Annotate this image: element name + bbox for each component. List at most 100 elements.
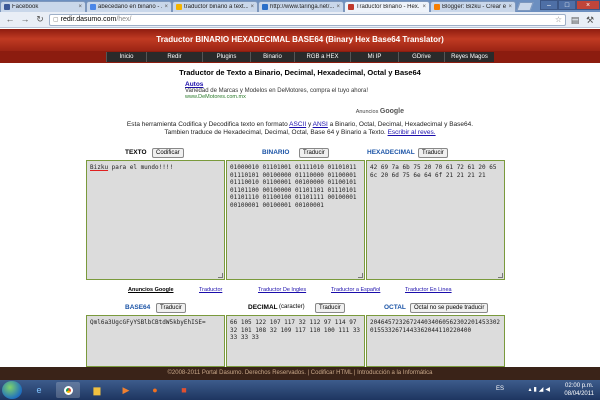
language-indicator[interactable]: ES xyxy=(496,386,504,392)
start-button[interactable] xyxy=(2,381,22,399)
reload-icon[interactable]: ↻ xyxy=(34,14,46,26)
page-favicon-icon xyxy=(176,4,182,10)
nav-plugins[interactable]: Plugins xyxy=(202,52,250,62)
forward-arrow-icon[interactable]: → xyxy=(19,14,31,26)
base64-textarea[interactable]: Qml6a3UgcGFyYSBlbCBtdW5kbyEhISE= xyxy=(86,315,225,367)
decimal-textarea[interactable]: 66 105 122 107 117 32 112 97 114 97 32 1… xyxy=(226,315,365,367)
hexadecimal-value: 42 69 7a 6b 75 20 70 61 72 61 20 65 6c 2… xyxy=(370,164,501,179)
octal-label: OCTAL xyxy=(384,304,406,311)
browser-tab-blogger[interactable]: Blogger: Bizku - Crear e... × xyxy=(430,1,516,12)
office-icon[interactable]: ■ xyxy=(172,382,196,398)
maximize-icon[interactable]: □ xyxy=(558,0,576,10)
browser-tab-taringa[interactable]: http://www.taringa.net/... × xyxy=(258,1,344,12)
link-traductor-a-espanol[interactable]: Traductor a Español xyxy=(331,287,380,293)
nav-redir[interactable]: Redir xyxy=(146,52,202,62)
nav-rgb-a-hex[interactable]: RGB a HEX xyxy=(294,52,350,62)
taskbar-clock[interactable]: 02:00 p.m. 08/04/2011 xyxy=(564,382,594,398)
ascii-link[interactable]: ASCII xyxy=(289,121,306,128)
clock-time: 02:00 p.m. xyxy=(565,383,594,389)
traducir-decimal-button[interactable]: Traducir xyxy=(315,303,345,313)
blogger-favicon-icon xyxy=(434,4,440,10)
close-tab-icon[interactable]: × xyxy=(508,4,512,10)
nav-reyes-magos[interactable]: Reyes Magos xyxy=(444,52,494,62)
browser-tab-traductor[interactable]: traductor binario a text... × xyxy=(172,1,258,12)
tool-description: Esta herramienta Codifica y Decodifica t… xyxy=(126,121,474,136)
octal-no-se-puede-button[interactable]: Octal no se puede traducir xyxy=(410,303,489,313)
decimal-label: DECIMAL xyxy=(248,304,278,311)
traducir-hex-button[interactable]: Traducir xyxy=(418,148,448,158)
system-tray-icons[interactable]: ▴▮◢◀ xyxy=(528,386,552,393)
firefox-icon[interactable]: ● xyxy=(143,382,167,398)
close-tab-icon[interactable]: × xyxy=(422,4,426,10)
close-tab-icon[interactable]: × xyxy=(164,4,168,10)
page-icon: ▢ xyxy=(53,17,59,23)
ad-title-link[interactable]: Autos xyxy=(185,81,407,88)
ads-by-label: Anuncios xyxy=(355,109,379,115)
chrome-icon[interactable] xyxy=(56,382,80,398)
file-explorer-icon[interactable]: ▆ xyxy=(85,382,109,398)
nav-binario[interactable]: Binario xyxy=(250,52,294,62)
address-bar[interactable]: ▢ redir.dasumo.com/hex/ ☆ xyxy=(49,13,566,26)
nav-gdrive[interactable]: GDrive xyxy=(398,52,444,62)
facebook-favicon-icon xyxy=(4,4,10,10)
octal-textarea[interactable]: 2046457232672440340605623022014533020155… xyxy=(366,315,505,367)
url-path: /hex/ xyxy=(116,16,132,23)
texto-textarea[interactable]: Bizku para el mundo!!!! xyxy=(86,160,225,280)
browser-tab-strip: Facebook × abecedario en binario - ... ×… xyxy=(0,0,600,12)
page-banner: Traductor BINARIO HEXADECIMAL BASE64 (Bi… xyxy=(0,29,600,51)
ad-url[interactable]: www.DeMotores.com.mx xyxy=(185,94,407,100)
link-traductor-de-ingles[interactable]: Traductor De Ingles xyxy=(258,287,306,293)
page-menu-icon[interactable]: ▤ xyxy=(569,14,581,26)
page-footer: ©2008-2011 Portal Dasumo. Derechos Reser… xyxy=(0,367,600,380)
links-row: Anuncios Google Traductor Traductor De I… xyxy=(0,287,600,297)
base64-value: Qml6a3UgcGFyYSBlbCBtdW5kbyEhISE= xyxy=(90,319,206,326)
browser-tab-abecedario[interactable]: abecedario en binario - ... × xyxy=(86,1,172,12)
texto-value: para el mundo!!!! xyxy=(108,164,174,171)
google-logo: Google xyxy=(379,108,404,115)
ads-by-google[interactable]: Anuncios Google xyxy=(356,108,404,115)
link-traductor-en-linea[interactable]: Traductor En Linea xyxy=(405,287,452,293)
bookmark-star-icon[interactable]: ☆ xyxy=(555,15,562,24)
codificar-button[interactable]: Codificar xyxy=(152,148,184,158)
media-player-icon[interactable]: ▶ xyxy=(114,382,138,398)
hexadecimal-textarea[interactable]: 42 69 7a 6b 75 20 70 61 72 61 20 65 6c 2… xyxy=(366,160,505,280)
ansi-link[interactable]: ANSI xyxy=(313,121,328,128)
windows-taskbar: e ▆ ▶ ● ■ ES ▴▮◢◀ 02:00 p.m. 08/04/2011 xyxy=(0,380,600,400)
link-traductor[interactable]: Traductor xyxy=(199,287,222,293)
wrench-icon[interactable]: ⚒ xyxy=(584,14,596,26)
internet-explorer-icon[interactable]: e xyxy=(27,382,51,398)
url-host: redir.dasumo.com xyxy=(60,16,117,23)
close-window-icon[interactable]: × xyxy=(576,0,600,10)
nav-inicio[interactable]: Inicio xyxy=(106,52,146,62)
chrome-logo-icon xyxy=(63,385,73,395)
site-nav: Inicio Redir Plugins Binario RGB a HEX M… xyxy=(0,51,600,63)
browser-tab-active-traductor-binario[interactable]: Traductor Binario - Hex... × xyxy=(344,1,430,12)
resize-grip-icon[interactable] xyxy=(498,273,503,278)
nav-mi-ip[interactable]: Mi IP xyxy=(350,52,398,62)
search-favicon-icon xyxy=(90,4,96,10)
hexadecimal-label: HEXADECIMAL xyxy=(367,149,415,156)
traducir-binario-button[interactable]: Traducir xyxy=(299,148,329,158)
binario-value: 01000010 01101001 01111010 01101011 0111… xyxy=(230,164,361,209)
texto-label: TEXTO xyxy=(125,149,147,156)
browser-tab-facebook[interactable]: Facebook × xyxy=(0,1,86,12)
octal-value: 2046457232672440340605623022014533020155… xyxy=(370,319,501,334)
escribir-al-reves-link[interactable]: Escribir al reves. xyxy=(388,129,436,136)
binario-textarea[interactable]: 01000010 01101001 01111010 01101011 0111… xyxy=(226,160,365,280)
page-title: Traductor de Texto a Binario, Decimal, H… xyxy=(179,68,421,77)
traducir-base64-button[interactable]: Traducir xyxy=(156,303,186,313)
clock-date: 08/04/2011 xyxy=(564,391,594,397)
anuncios-google-link[interactable]: Anuncios Google xyxy=(128,287,174,293)
new-tab-button[interactable] xyxy=(516,2,534,11)
texto-value-spellcheck: Bizku xyxy=(90,164,109,171)
resize-grip-icon[interactable] xyxy=(358,273,363,278)
back-arrow-icon[interactable]: ← xyxy=(4,14,16,26)
close-tab-icon[interactable]: × xyxy=(336,4,340,10)
close-tab-icon[interactable]: × xyxy=(78,4,82,10)
minimize-icon[interactable]: – xyxy=(540,0,558,10)
resize-grip-icon[interactable] xyxy=(218,273,223,278)
page-favicon-icon xyxy=(348,4,354,10)
binario-label: BINARIO xyxy=(262,149,290,156)
decimal-sublabel: (caracter) xyxy=(279,304,305,310)
close-tab-icon[interactable]: × xyxy=(250,4,254,10)
